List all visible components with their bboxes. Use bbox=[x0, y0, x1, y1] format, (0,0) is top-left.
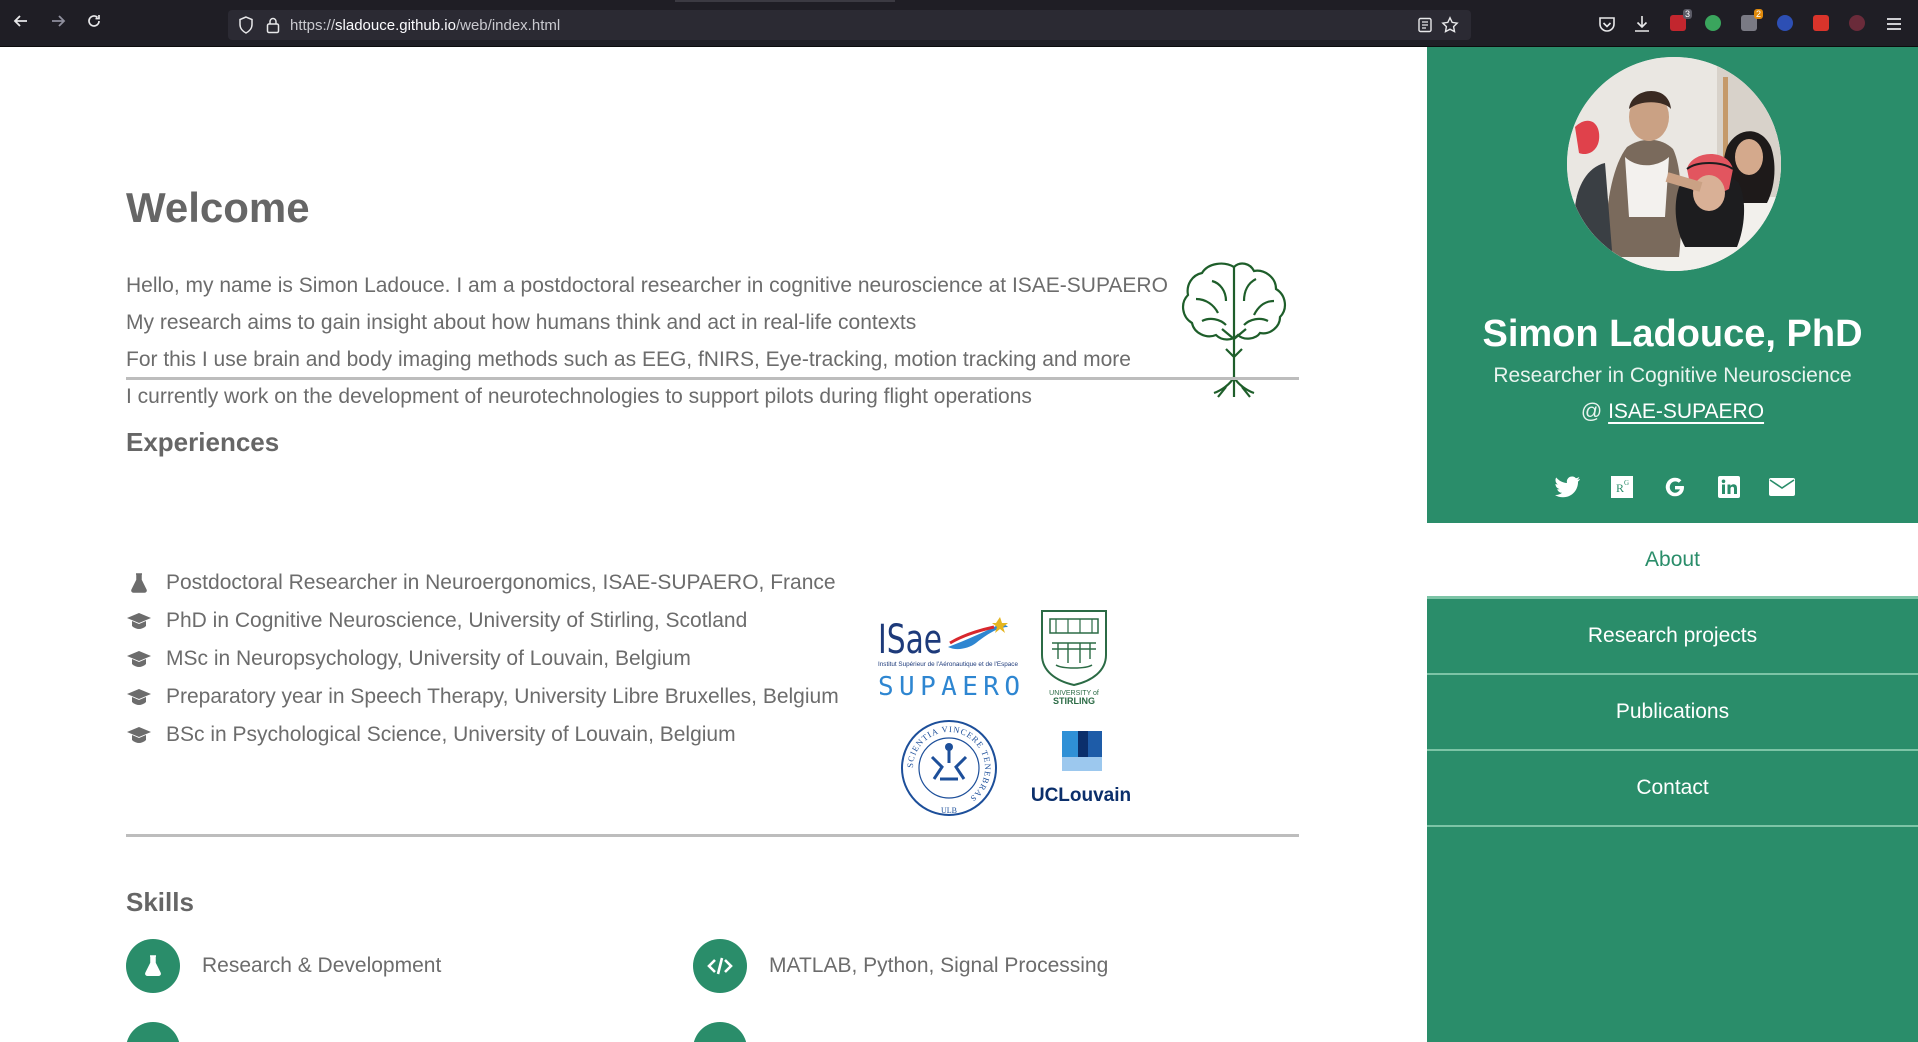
ulb-logo: SCIENTIA VINCERE TENEBRAS ULB bbox=[901, 720, 997, 816]
svg-text:Institut Supérieur de l'Aérona: Institut Supérieur de l'Aéronautique et … bbox=[878, 662, 1019, 668]
nav-item-publications[interactable]: Publications bbox=[1427, 675, 1918, 751]
tab-indicator bbox=[675, 0, 895, 2]
email-icon[interactable] bbox=[1769, 474, 1795, 500]
intro-line: I currently work on the development of n… bbox=[126, 385, 1032, 408]
svg-text:R: R bbox=[1616, 481, 1624, 495]
graduation-cap-icon bbox=[126, 687, 152, 707]
intro-line: Hello, my name is Simon Ladouce. I am a … bbox=[126, 274, 1168, 297]
experience-text: BSc in Psychological Science, University… bbox=[166, 723, 736, 746]
svg-text:ULB: ULB bbox=[941, 806, 957, 815]
code-icon bbox=[693, 939, 747, 993]
profile-photo bbox=[1567, 57, 1781, 271]
pocket-icon[interactable] bbox=[1597, 14, 1617, 34]
bookmark-star-icon[interactable] bbox=[1441, 16, 1459, 34]
list-item: Postdoctoral Researcher in Neuroergonomi… bbox=[126, 564, 839, 602]
list-item: BSc in Psychological Science, University… bbox=[126, 716, 839, 754]
url-text[interactable]: https://sladouce.github.io/web/index.htm… bbox=[290, 17, 560, 34]
skill-icon bbox=[126, 1022, 180, 1042]
experience-text: Preparatory year in Speech Therapy, Univ… bbox=[166, 685, 839, 708]
linkedin-icon[interactable] bbox=[1716, 474, 1742, 500]
section-divider bbox=[126, 377, 1299, 380]
skill-text: Research & Development bbox=[202, 954, 442, 977]
flask-icon bbox=[126, 939, 180, 993]
svg-text:SUPAERO: SUPAERO bbox=[878, 672, 1020, 702]
flask-icon bbox=[126, 573, 152, 593]
intro-line: My research aims to gain insight about h… bbox=[126, 311, 917, 334]
download-icon[interactable] bbox=[1632, 14, 1652, 34]
browser-toolbar: https://sladouce.github.io/web/index.htm… bbox=[0, 0, 1918, 47]
skill-text: MATLAB, Python, Signal Processing bbox=[769, 954, 1109, 977]
intro-line: For this I use brain and body imaging me… bbox=[126, 348, 1131, 371]
welcome-title: Welcome bbox=[126, 184, 310, 231]
affiliation-link[interactable]: ISAE-SUPAERO bbox=[1608, 400, 1764, 423]
nav-item-research-projects[interactable]: Research projects bbox=[1427, 599, 1918, 675]
extension-dark-icon[interactable] bbox=[1849, 15, 1865, 31]
forward-arrow-icon[interactable] bbox=[46, 12, 70, 36]
researchgate-icon[interactable]: RG bbox=[1609, 474, 1635, 500]
affiliation-prefix: @ bbox=[1580, 400, 1609, 423]
uclouvain-logo: UCLouvain bbox=[1031, 731, 1131, 806]
sidebar-nav: About Research projects Publications Con… bbox=[1427, 523, 1918, 827]
extension-gray-icon[interactable]: 2 bbox=[1741, 9, 1763, 31]
extension-blue-icon[interactable] bbox=[1777, 15, 1793, 31]
intro-text: Hello, my name is Simon Ladouce. I am a … bbox=[126, 267, 1168, 415]
experience-text: PhD in Cognitive Neuroscience, Universit… bbox=[166, 609, 748, 632]
reader-view-icon[interactable] bbox=[1417, 17, 1433, 33]
nav-item-contact[interactable]: Contact bbox=[1427, 751, 1918, 827]
skill-item: MATLAB, Python, Signal Processing bbox=[693, 939, 1108, 993]
svg-text:G: G bbox=[1624, 479, 1629, 487]
experiences-title: Experiences bbox=[126, 427, 280, 457]
extension-red-icon[interactable] bbox=[1813, 15, 1829, 31]
svg-text:STIRLING: STIRLING bbox=[1053, 696, 1095, 705]
hamburger-menu-icon[interactable] bbox=[1884, 14, 1904, 34]
svg-text:SCIENTIA VINCERE TENEBRAS: SCIENTIA VINCERE TENEBRAS bbox=[905, 724, 993, 804]
profile-affiliation: @ ISAE-SUPAERO bbox=[1427, 400, 1918, 424]
social-links: RG bbox=[1555, 467, 1795, 507]
main-content: Welcome Hello, my name is Simon Ladouce.… bbox=[0, 47, 1426, 1042]
experience-text: MSc in Neuropsychology, University of Lo… bbox=[166, 647, 691, 670]
section-divider bbox=[126, 834, 1299, 837]
skill-item bbox=[693, 1022, 769, 1042]
svg-text:UCLouvain: UCLouvain bbox=[1031, 785, 1131, 806]
institution-logos: ISae Institut Supérieur de l'Aéronautiqu… bbox=[870, 573, 1131, 816]
skill-item: Research & Development bbox=[126, 939, 441, 993]
reload-icon[interactable] bbox=[82, 12, 106, 36]
experiences-list: Postdoctoral Researcher in Neuroergonomi… bbox=[126, 564, 839, 754]
skill-icon bbox=[693, 1022, 747, 1042]
graduation-cap-icon bbox=[126, 649, 152, 669]
nav-item-about[interactable]: About bbox=[1427, 523, 1918, 599]
ublock-extension-icon[interactable]: 3 bbox=[1670, 9, 1692, 31]
skills-title: Skills bbox=[126, 887, 194, 917]
graduation-cap-icon bbox=[126, 725, 152, 745]
google-scholar-icon[interactable] bbox=[1662, 474, 1688, 500]
isae-supaero-logo: ISae Institut Supérieur de l'Aéronautiqu… bbox=[878, 617, 1020, 702]
twitter-icon[interactable] bbox=[1555, 474, 1581, 500]
sidebar: Simon Ladouce, PhD Researcher in Cogniti… bbox=[1427, 47, 1918, 1042]
profile-role: Researcher in Cognitive Neuroscience bbox=[1493, 364, 1852, 387]
shield-icon[interactable] bbox=[238, 16, 254, 34]
list-item: PhD in Cognitive Neuroscience, Universit… bbox=[126, 602, 839, 640]
back-arrow-icon[interactable] bbox=[9, 12, 33, 36]
address-bar[interactable]: https://sladouce.github.io/web/index.htm… bbox=[228, 10, 1471, 40]
lock-icon[interactable] bbox=[266, 16, 280, 34]
profile-name: Simon Ladouce, PhD bbox=[1482, 313, 1863, 355]
list-item: MSc in Neuropsychology, University of Lo… bbox=[126, 640, 839, 678]
skill-item bbox=[126, 1022, 202, 1042]
stirling-logo: UNIVERSITY of STIRLING bbox=[1041, 610, 1107, 705]
list-item: Preparatory year in Speech Therapy, Univ… bbox=[126, 678, 839, 716]
svg-text:ISae: ISae bbox=[878, 617, 942, 663]
graduation-cap-icon bbox=[126, 611, 152, 631]
extension-green-icon[interactable] bbox=[1705, 15, 1721, 31]
experience-text: Postdoctoral Researcher in Neuroergonomi… bbox=[166, 571, 836, 594]
